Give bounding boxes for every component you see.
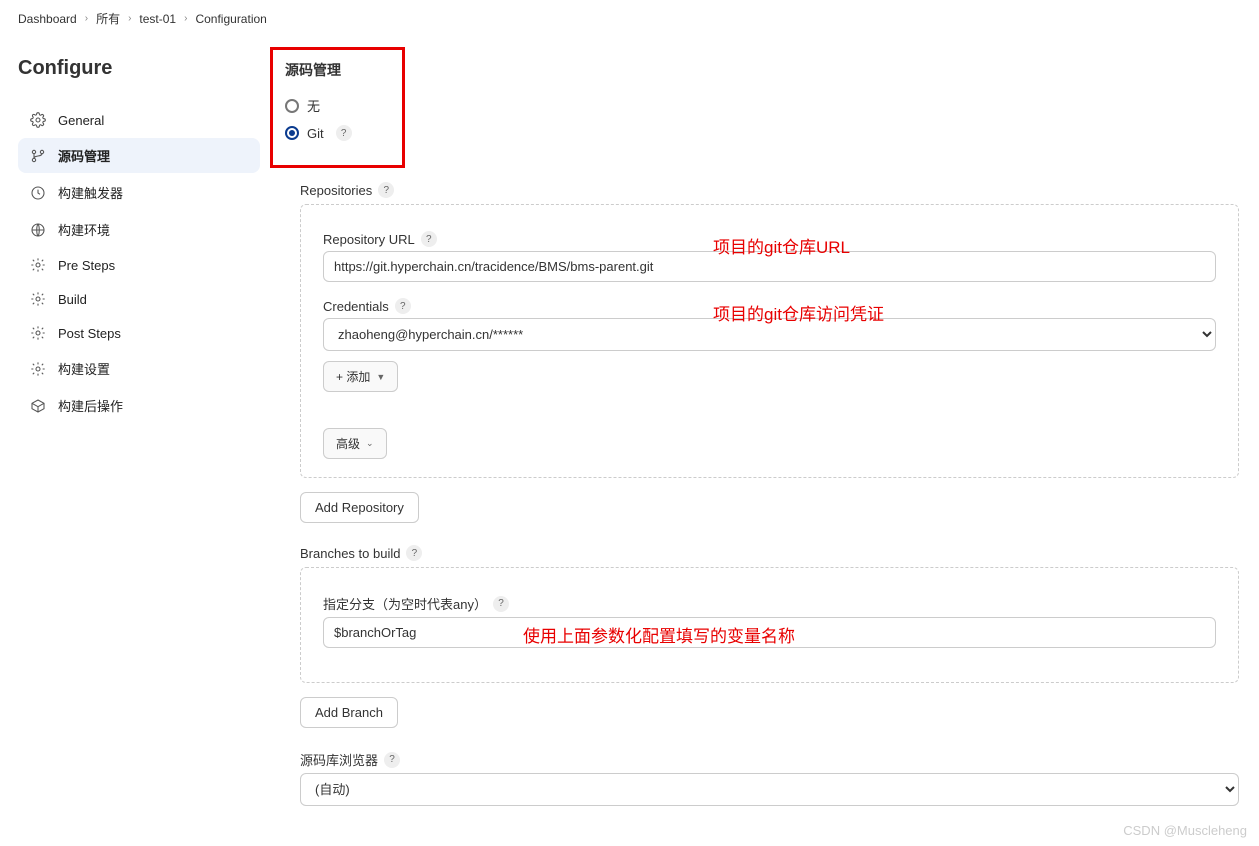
- repo-browser-select[interactable]: (自动): [300, 773, 1239, 806]
- watermark: CSDN @Muscleheng: [1123, 823, 1247, 838]
- sidebar: Configure General 源码管理 构建触发器 构建环境 Pre St…: [0, 37, 260, 846]
- nav-label: General: [58, 113, 104, 128]
- branch-specifier-label: 指定分支（为空时代表any） ?: [323, 594, 1216, 613]
- scm-option-git[interactable]: Git ?: [285, 125, 352, 141]
- scm-highlight-box: 源码管理 无 Git ?: [270, 47, 405, 168]
- nav-label: Pre Steps: [58, 258, 115, 273]
- nav-triggers[interactable]: 构建触发器: [18, 175, 260, 210]
- globe-icon: [30, 222, 46, 238]
- breadcrumb-item[interactable]: 所有: [96, 10, 120, 27]
- nav-label: Post Steps: [58, 326, 121, 341]
- nav-postbuild[interactable]: 构建后操作: [18, 388, 260, 423]
- chevron-right-icon: ›: [85, 13, 88, 24]
- branches-box: 指定分支（为空时代表any） ? 使用上面参数化配置填写的变量名称: [300, 567, 1239, 683]
- advanced-button[interactable]: 高级 ⌄: [323, 428, 387, 459]
- nav-label: 构建环境: [58, 220, 110, 239]
- help-icon[interactable]: ?: [384, 752, 400, 768]
- help-icon[interactable]: ?: [378, 182, 394, 198]
- scm-option-none[interactable]: 无: [285, 96, 352, 115]
- radio-icon: [285, 99, 299, 113]
- help-icon[interactable]: ?: [395, 298, 411, 314]
- help-icon[interactable]: ?: [336, 125, 352, 141]
- breadcrumb-item[interactable]: Dashboard: [18, 12, 77, 26]
- scm-title: 源码管理: [285, 60, 352, 80]
- nav-label: 构建后操作: [58, 396, 123, 415]
- annotation-branch: 使用上面参数化配置填写的变量名称: [523, 622, 795, 647]
- annotation-url: 项目的git仓库URL: [713, 233, 850, 258]
- radio-label: 无: [307, 96, 320, 115]
- chevron-down-icon: ▼: [376, 372, 385, 382]
- nav-label: 构建触发器: [58, 183, 123, 202]
- nav-general[interactable]: General: [18, 104, 260, 136]
- nav-scm[interactable]: 源码管理: [18, 138, 260, 173]
- add-credentials-button[interactable]: + 添加 ▼: [323, 361, 398, 392]
- gear-icon: [30, 257, 46, 273]
- add-branch-button[interactable]: Add Branch: [300, 697, 398, 728]
- chevron-down-icon: ⌄: [366, 438, 374, 449]
- gear-icon: [30, 361, 46, 377]
- annotation-credentials: 项目的git仓库访问凭证: [713, 300, 884, 325]
- chevron-right-icon: ›: [184, 13, 187, 24]
- chevron-right-icon: ›: [128, 13, 131, 24]
- nav-env[interactable]: 构建环境: [18, 212, 260, 247]
- help-icon[interactable]: ?: [493, 596, 509, 612]
- gear-icon: [30, 325, 46, 341]
- breadcrumb-item[interactable]: Configuration: [195, 12, 266, 26]
- nav-presteps[interactable]: Pre Steps: [18, 249, 260, 281]
- nav-label: 源码管理: [58, 146, 110, 165]
- nav-settings[interactable]: 构建设置: [18, 351, 260, 386]
- nav-poststeps[interactable]: Post Steps: [18, 317, 260, 349]
- radio-label: Git: [307, 126, 324, 141]
- branches-label: Branches to build ?: [300, 545, 1239, 561]
- nav-label: Build: [58, 292, 87, 307]
- repositories-box: Repository URL ? 项目的git仓库URL Credentials…: [300, 204, 1239, 478]
- add-repository-button[interactable]: Add Repository: [300, 492, 419, 523]
- help-icon[interactable]: ?: [406, 545, 422, 561]
- nav-label: 构建设置: [58, 359, 110, 378]
- gear-icon: [30, 291, 46, 307]
- gear-icon: [30, 112, 46, 128]
- main-content: 源码管理 无 Git ? Repositories ? Repository U…: [260, 37, 1259, 846]
- repo-browser-label: 源码库浏览器 ?: [300, 750, 1239, 769]
- breadcrumb: Dashboard › 所有 › test-01 › Configuration: [0, 0, 1259, 37]
- breadcrumb-item[interactable]: test-01: [139, 12, 176, 26]
- branch-icon: [30, 148, 46, 164]
- help-icon[interactable]: ?: [421, 231, 437, 247]
- nav-build[interactable]: Build: [18, 283, 260, 315]
- page-title: Configure: [18, 57, 260, 80]
- repositories-label: Repositories ?: [300, 182, 1239, 198]
- radio-checked-icon: [285, 126, 299, 140]
- clock-icon: [30, 185, 46, 201]
- box-icon: [30, 398, 46, 414]
